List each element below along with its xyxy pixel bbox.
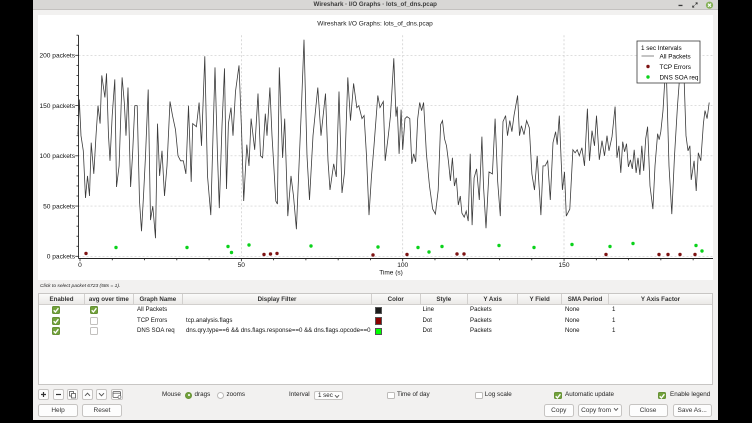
svg-text:150 packets: 150 packets	[39, 103, 75, 110]
svg-text:0: 0	[78, 262, 82, 269]
svg-text:All Packets: All Packets	[660, 54, 691, 61]
svg-text:100 packets: 100 packets	[39, 153, 75, 160]
svg-text:150: 150	[558, 262, 569, 269]
svg-text:100: 100	[397, 262, 408, 269]
svg-text:Wireshark I/O Graphs: lots_of_: Wireshark I/O Graphs: lots_of_dns.pcap	[317, 21, 433, 28]
svg-text:50: 50	[238, 262, 246, 269]
svg-text:DNS SOA req: DNS SOA req	[660, 75, 699, 82]
svg-text:TCP Errors: TCP Errors	[660, 64, 691, 71]
svg-text:50 packets: 50 packets	[43, 203, 76, 210]
svg-text:1 sec Intervals: 1 sec Intervals	[641, 45, 682, 52]
svg-text:Time (s): Time (s)	[379, 270, 403, 277]
svg-text:200 packets: 200 packets	[39, 53, 75, 60]
svg-text:0 packets: 0 packets	[47, 254, 76, 261]
